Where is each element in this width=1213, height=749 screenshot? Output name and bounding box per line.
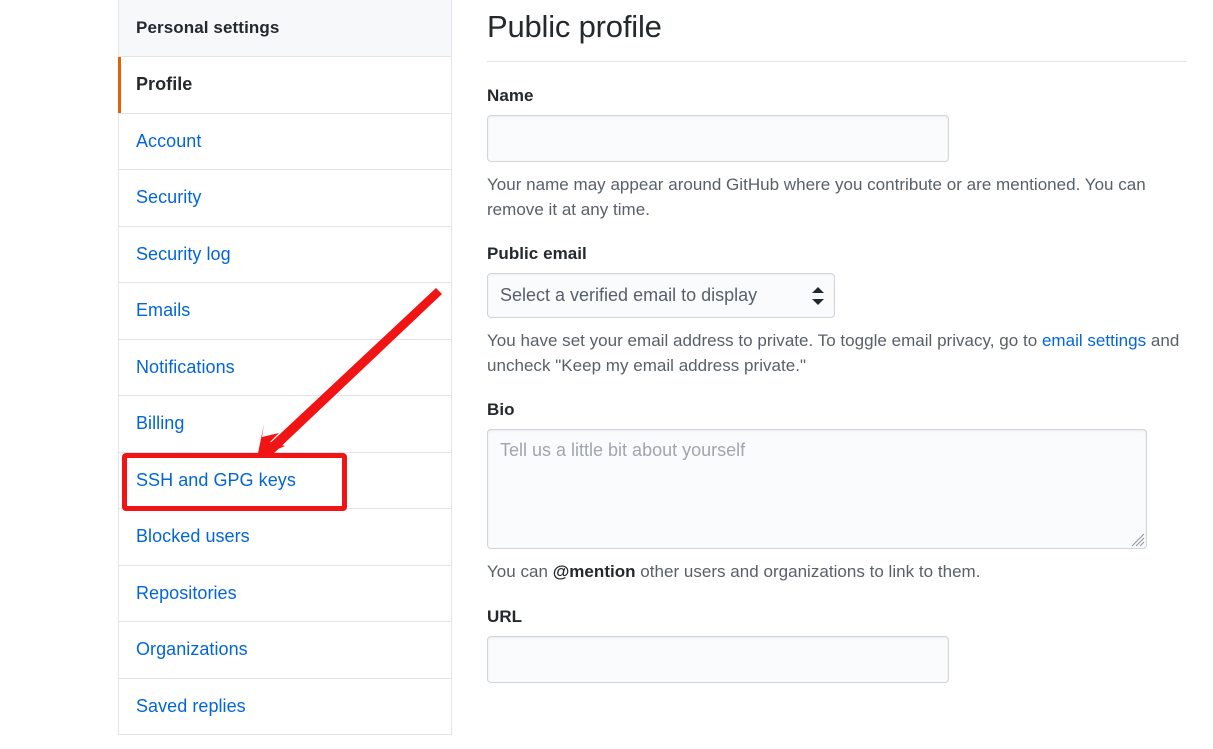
sidebar-item-label: Repositories bbox=[136, 582, 237, 603]
chevron-updown-icon bbox=[812, 286, 824, 306]
bio-help-prefix: You can bbox=[487, 562, 553, 582]
sidebar-heading: Personal settings bbox=[119, 0, 451, 57]
sidebar-item-security-log[interactable]: Security log bbox=[119, 226, 451, 283]
sidebar-item-account[interactable]: Account bbox=[119, 113, 451, 170]
sidebar-item-label: Notifications bbox=[136, 356, 235, 377]
name-help-text: Your name may appear around GitHub where… bbox=[487, 174, 1146, 219]
sidebar-item-label: Billing bbox=[136, 413, 185, 434]
sidebar-item-emails[interactable]: Emails bbox=[119, 283, 451, 340]
public-email-field-block: Public email Select a verified email to … bbox=[487, 244, 1187, 378]
sidebar-item-label: Account bbox=[136, 130, 202, 151]
public-email-select[interactable]: Select a verified email to display bbox=[487, 273, 835, 319]
sidebar-item-label: Security log bbox=[136, 243, 231, 264]
bio-textarea[interactable] bbox=[487, 429, 1147, 550]
main-content: Public profile Name Your name may appear… bbox=[487, 0, 1187, 705]
url-field-block: URL bbox=[487, 607, 1187, 683]
title-divider bbox=[487, 60, 1187, 62]
sidebar-item-label: Saved replies bbox=[136, 695, 246, 716]
sidebar-item-repositories[interactable]: Repositories bbox=[119, 565, 451, 622]
name-label: Name bbox=[487, 85, 534, 105]
sidebar-item-label: Profile bbox=[136, 74, 193, 95]
page-title: Public profile bbox=[487, 9, 662, 44]
sidebar-item-profile[interactable]: Profile bbox=[118, 57, 451, 114]
sidebar-item-label: Security bbox=[136, 187, 202, 208]
settings-sidebar: Personal settings Profile Account Security… bbox=[118, 0, 452, 735]
bio-help-text: You can @mention other users and organiz… bbox=[487, 559, 1187, 584]
sidebar-item-organizations[interactable]: Organizations bbox=[119, 622, 451, 679]
bio-help-suffix: other users and organizations to link to… bbox=[635, 562, 981, 582]
bio-help-mention: @mention bbox=[552, 562, 636, 582]
public-email-help-prefix: You have set your email address to priva… bbox=[487, 331, 1042, 351]
settings-page: Personal settings Profile Account Security… bbox=[0, 0, 1213, 749]
name-input[interactable] bbox=[487, 114, 949, 162]
bio-textarea-wrap bbox=[487, 429, 1147, 550]
sidebar-item-label: SSH and GPG keys bbox=[136, 469, 296, 490]
name-field-block: Name Your name may appear around GitHub … bbox=[487, 86, 1187, 222]
sidebar-item-saved-replies[interactable]: Saved replies bbox=[119, 678, 451, 735]
sidebar-item-label: Organizations bbox=[136, 639, 248, 660]
public-email-selected-value: Select a verified email to display bbox=[500, 285, 758, 306]
bio-field-block: Bio You can @mention other users and org… bbox=[487, 400, 1187, 584]
sidebar-item-notifications[interactable]: Notifications bbox=[119, 339, 451, 396]
sidebar-item-security[interactable]: Security bbox=[119, 170, 451, 227]
bio-label: Bio bbox=[487, 400, 515, 420]
sidebar-item-label: Blocked users bbox=[136, 526, 250, 547]
url-label: URL bbox=[487, 606, 523, 626]
sidebar-item-label: Emails bbox=[136, 300, 191, 321]
public-email-label: Public email bbox=[487, 244, 587, 264]
sidebar-item-blocked-users[interactable]: Blocked users bbox=[119, 509, 451, 566]
sidebar-item-billing[interactable]: Billing bbox=[119, 396, 451, 453]
email-settings-link[interactable]: email settings bbox=[1042, 331, 1146, 350]
url-input[interactable] bbox=[487, 635, 949, 683]
public-email-help-text: You have set your email address to priva… bbox=[487, 328, 1187, 378]
public-email-select-wrap: Select a verified email to display bbox=[487, 273, 835, 319]
sidebar-item-ssh-and-gpg-keys[interactable]: SSH and GPG keys bbox=[119, 452, 451, 509]
